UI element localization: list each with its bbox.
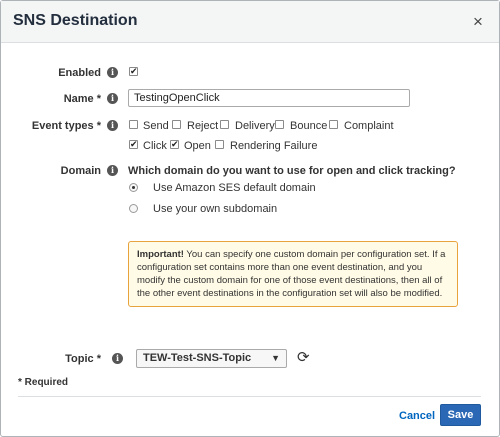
refresh-icon[interactable]: ⟳: [297, 350, 310, 365]
event-click-label: Click: [143, 140, 167, 152]
required-note: * Required: [18, 377, 69, 388]
info-icon[interactable]: i: [107, 165, 118, 176]
info-icon[interactable]: i: [112, 353, 123, 364]
own-subdomain-radio[interactable]: [129, 204, 138, 213]
event-click-checkbox[interactable]: [129, 139, 138, 150]
event-complaint-checkbox[interactable]: [329, 120, 338, 129]
own-subdomain-label: Use your own subdomain: [153, 203, 278, 215]
save-button[interactable]: Save: [440, 404, 481, 426]
default-domain-radio[interactable]: [129, 183, 138, 192]
name-input[interactable]: [128, 89, 410, 107]
event-send-checkbox[interactable]: [129, 120, 138, 129]
event-bounce-label: Bounce: [290, 120, 328, 132]
topic-select[interactable]: TEW-Test-SNS-Topic ▼: [136, 349, 287, 368]
event-rendering-failure-label: Rendering Failure: [230, 140, 318, 152]
info-icon[interactable]: i: [107, 93, 118, 104]
event-complaint-label: Complaint: [344, 120, 394, 132]
close-icon[interactable]: ×: [473, 13, 483, 30]
alert-title: Important!: [137, 249, 184, 260]
info-icon[interactable]: i: [107, 120, 118, 131]
event-delivery-label: Delivery: [235, 120, 275, 132]
event-types-label: Event types *: [31, 120, 101, 132]
name-label: Name *: [63, 93, 101, 105]
event-bounce-checkbox[interactable]: [275, 120, 284, 129]
topic-select-value: TEW-Test-SNS-Topic: [143, 352, 252, 364]
event-open-label: Open: [184, 140, 211, 152]
topic-label: Topic *: [65, 353, 101, 365]
footer-divider: [18, 396, 481, 397]
event-delivery-checkbox[interactable]: [220, 120, 229, 129]
domain-label: Domain: [60, 165, 101, 177]
event-send-label: Send: [143, 120, 169, 132]
event-reject-label: Reject: [187, 120, 219, 132]
event-rendering-failure-checkbox[interactable]: [215, 140, 224, 149]
dialog-header: SNS Destination ×: [1, 1, 499, 43]
default-domain-label: Use Amazon SES default domain: [153, 182, 316, 194]
domain-question: Which domain do you want to use for open…: [128, 165, 456, 177]
dialog-title: SNS Destination: [13, 12, 138, 29]
event-open-checkbox[interactable]: [170, 139, 179, 150]
info-icon[interactable]: i: [107, 67, 118, 78]
chevron-down-icon: ▼: [271, 353, 280, 363]
alert-text: You can specify one custom domain per co…: [137, 249, 446, 299]
enabled-checkbox[interactable]: [129, 66, 138, 77]
important-alert: Important! You can specify one custom do…: [128, 241, 458, 307]
enabled-label: Enabled: [58, 67, 101, 79]
cancel-button[interactable]: Cancel: [399, 410, 435, 422]
sns-destination-dialog: SNS Destination × Enabled i Name * i Eve…: [0, 0, 500, 437]
event-reject-checkbox[interactable]: [172, 120, 181, 129]
